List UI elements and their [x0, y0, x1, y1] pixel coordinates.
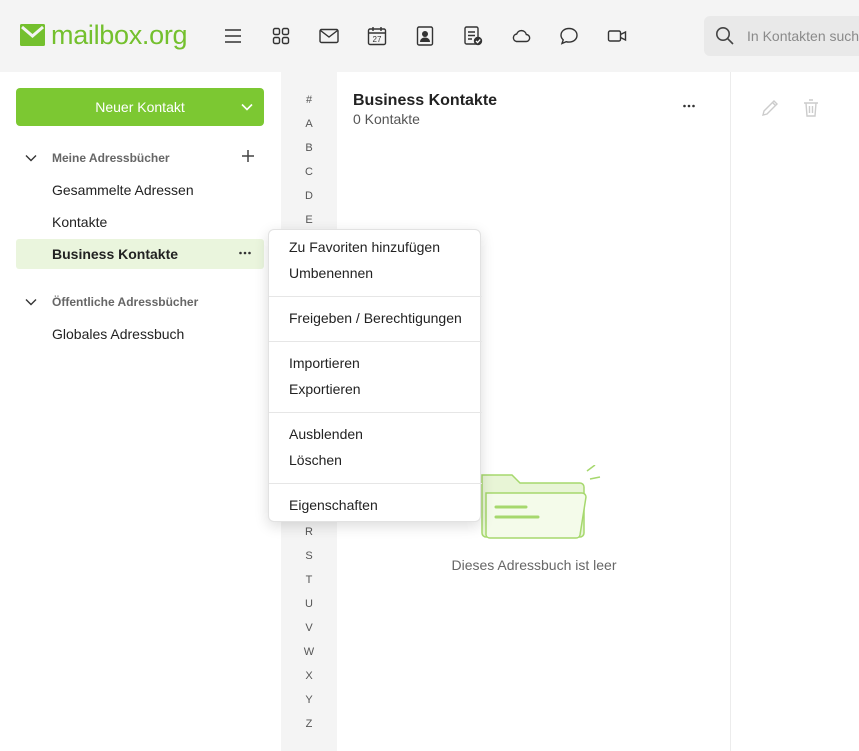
letter-index-item[interactable]: W: [281, 646, 337, 658]
letter-index-item[interactable]: X: [281, 670, 337, 682]
public-address-books-header[interactable]: Öffentliche Adressbücher: [16, 292, 264, 312]
menu-item-import[interactable]: Importieren: [269, 350, 482, 376]
address-book-title: Business Kontakte: [353, 92, 498, 109]
sidebar-item-label: Business Kontakte: [52, 246, 179, 262]
chevron-down-icon[interactable]: [16, 295, 46, 309]
apps-grid-icon[interactable]: [271, 26, 291, 46]
menu-divider: [269, 412, 482, 413]
edit-icon[interactable]: [760, 98, 780, 123]
logo-envelope-icon: [20, 24, 45, 46]
sidebar-item-label: Gesammelte Adressen: [52, 182, 194, 198]
cloud-icon[interactable]: [511, 26, 531, 46]
sidebar-item-label: Globales Adressbuch: [52, 326, 185, 342]
sidebar-item-globales-adressbuch[interactable]: Globales Adressbuch: [16, 319, 264, 349]
trash-icon[interactable]: [802, 98, 820, 123]
letter-index-item[interactable]: U: [281, 598, 337, 610]
empty-folder-illustration: [481, 465, 601, 539]
letter-index-item[interactable]: A: [281, 118, 337, 130]
search-box[interactable]: [704, 16, 859, 56]
menu-icon[interactable]: [223, 26, 243, 46]
letter-index-item[interactable]: Z: [281, 718, 337, 730]
sidebar-item-kontakte[interactable]: Kontakte: [16, 207, 264, 237]
top-bar: mailbox.org 27: [0, 0, 859, 72]
sidebar-item-gesammelte-adressen[interactable]: Gesammelte Adressen: [16, 175, 264, 205]
new-contact-label: Neuer Kontakt: [95, 99, 185, 115]
menu-divider: [269, 296, 482, 297]
new-contact-button[interactable]: Neuer Kontakt: [16, 88, 264, 126]
brand-name: mailbox.org: [51, 20, 188, 50]
calendar-day: 27: [372, 35, 382, 44]
contacts-icon[interactable]: [415, 26, 435, 46]
mail-icon[interactable]: [319, 26, 339, 46]
chevron-down-icon[interactable]: [16, 151, 46, 165]
calendar-icon[interactable]: 27: [367, 26, 387, 46]
letter-index-item[interactable]: C: [281, 166, 337, 178]
tasks-icon[interactable]: [463, 26, 483, 46]
public-address-books-label: Öffentliche Adressbücher: [52, 295, 199, 309]
letter-index-item[interactable]: D: [281, 190, 337, 202]
detail-panel: [732, 72, 859, 751]
letter-index-item[interactable]: E: [281, 214, 337, 226]
search-icon[interactable]: [715, 26, 735, 46]
letter-index-item[interactable]: R: [281, 526, 337, 538]
menu-item-add-favorite[interactable]: Zu Favoriten hinzufügen: [269, 234, 482, 260]
more-options-icon[interactable]: [238, 246, 252, 263]
my-address-books-header[interactable]: Meine Adressbücher: [16, 148, 264, 168]
my-address-books-label: Meine Adressbücher: [52, 151, 170, 165]
menu-item-hide[interactable]: Ausblenden: [269, 421, 482, 447]
brand-logo[interactable]: mailbox.org: [20, 20, 188, 50]
letter-index-item[interactable]: Y: [281, 694, 337, 706]
menu-item-rename[interactable]: Umbenennen: [269, 260, 482, 286]
more-options-icon[interactable]: [682, 99, 696, 118]
menu-divider: [269, 341, 482, 342]
empty-state-text: Dieses Adressbuch ist leer: [451, 557, 617, 573]
search-input[interactable]: [747, 28, 859, 44]
sidebar-item-business-kontakte[interactable]: Business Kontakte: [16, 239, 264, 269]
chat-icon[interactable]: [559, 26, 579, 46]
menu-item-export[interactable]: Exportieren: [269, 376, 482, 402]
address-book-context-menu: Zu Favoriten hinzufügen Umbenennen Freig…: [268, 229, 482, 522]
video-icon[interactable]: [607, 26, 627, 46]
sidebar-item-label: Kontakte: [52, 214, 108, 230]
menu-item-delete[interactable]: Löschen: [269, 447, 482, 473]
letter-index-item[interactable]: #: [281, 94, 337, 106]
chevron-down-icon[interactable]: [240, 100, 254, 114]
letter-index-item[interactable]: V: [281, 622, 337, 634]
menu-item-share-permissions[interactable]: Freigeben / Berechtigungen: [269, 305, 482, 331]
letter-index-item[interactable]: S: [281, 550, 337, 562]
letter-index-item[interactable]: B: [281, 142, 337, 154]
menu-divider: [269, 483, 482, 484]
sidebar: Neuer Kontakt Meine Adressbücher Gesamme…: [0, 72, 281, 751]
contact-count: 0 Kontakte: [353, 111, 420, 127]
menu-item-properties[interactable]: Eigenschaften: [269, 492, 482, 518]
add-address-book-icon[interactable]: [240, 148, 256, 167]
letter-index-item[interactable]: T: [281, 574, 337, 586]
